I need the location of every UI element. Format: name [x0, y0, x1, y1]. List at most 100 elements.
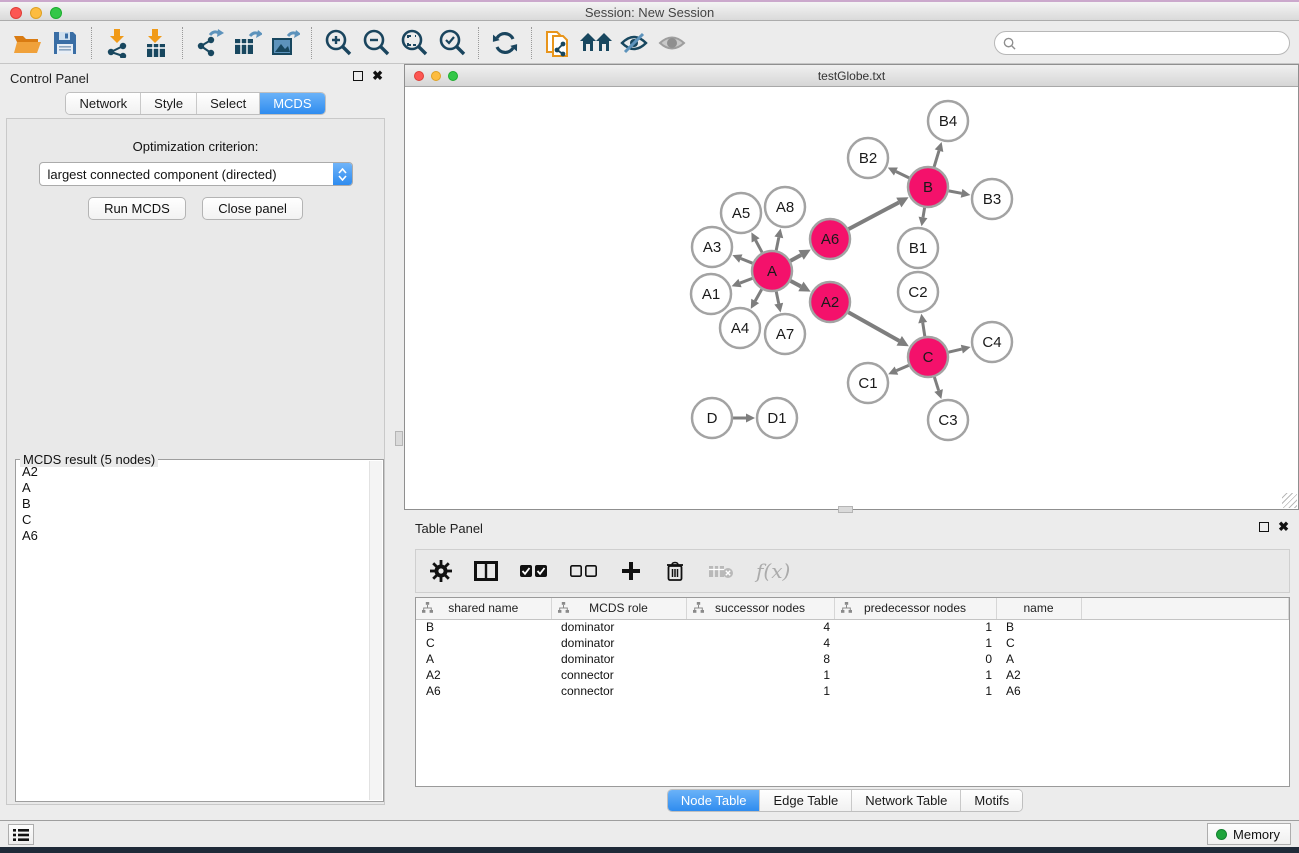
run-mcds-button[interactable]: Run MCDS — [88, 197, 186, 220]
export-image-icon[interactable] — [266, 26, 304, 60]
table-row[interactable]: Bdominator41B — [416, 619, 1289, 635]
show-hidden-eye-icon[interactable] — [653, 26, 691, 60]
delete-column-icon[interactable] — [664, 561, 686, 582]
tab-network[interactable]: Network — [66, 93, 140, 114]
table-cell[interactable]: 4 — [686, 635, 834, 651]
graph-edge-A-A3[interactable] — [741, 259, 753, 264]
tab-network-table[interactable]: Network Table — [851, 790, 960, 811]
table-cell[interactable]: 1 — [686, 683, 834, 699]
table-cell[interactable]: 1 — [834, 635, 996, 651]
table-cell[interactable]: dominator — [551, 619, 686, 635]
table-cell[interactable]: A — [996, 651, 1081, 667]
table-cell[interactable] — [1081, 683, 1289, 699]
settings-gear-icon[interactable] — [430, 560, 452, 582]
table-row[interactable]: A2connector11A2 — [416, 667, 1289, 683]
task-history-button[interactable] — [8, 824, 34, 845]
graph-edge-C-C4[interactable] — [948, 349, 961, 352]
table-cell[interactable] — [1081, 635, 1289, 651]
import-table-icon[interactable] — [137, 26, 175, 60]
close-panel-icon[interactable]: ✖ — [372, 71, 383, 81]
table-cell[interactable]: dominator — [551, 651, 686, 667]
refresh-icon[interactable] — [486, 26, 524, 60]
zoom-in-icon[interactable] — [319, 26, 357, 60]
table-cell[interactable]: C — [996, 635, 1081, 651]
zoom-fit-icon[interactable] — [395, 26, 433, 60]
graph-edge-A-A8[interactable] — [776, 237, 779, 250]
save-session-icon[interactable] — [46, 26, 84, 60]
result-item[interactable]: A — [18, 480, 368, 496]
search-field[interactable] — [994, 31, 1290, 55]
table-cell[interactable]: B — [996, 619, 1081, 635]
graph-edge-A-A4[interactable] — [755, 289, 762, 301]
graph-edge-B-B3[interactable] — [949, 191, 962, 193]
new-network-from-selection-icon[interactable] — [539, 26, 577, 60]
table-cell[interactable]: 0 — [834, 651, 996, 667]
import-network-icon[interactable] — [99, 26, 137, 60]
column-header-predecessor-nodes[interactable]: predecessor nodes — [834, 598, 996, 619]
open-session-icon[interactable] — [8, 26, 46, 60]
graph-edge-A6-B[interactable] — [849, 202, 899, 229]
graph-edge-B-B2[interactable] — [896, 171, 909, 177]
graph-edge-A-A1[interactable] — [740, 278, 752, 283]
add-column-icon[interactable] — [620, 561, 642, 581]
graph-edge-B-B4[interactable] — [934, 151, 939, 167]
column-header-shared-name[interactable]: shared name — [416, 598, 551, 619]
table-cell[interactable] — [1081, 619, 1289, 635]
table-cell[interactable]: dominator — [551, 635, 686, 651]
export-network-icon[interactable] — [190, 26, 228, 60]
tab-node-table[interactable]: Node Table — [668, 790, 760, 811]
result-item[interactable]: A6 — [18, 528, 368, 544]
table-cell[interactable]: A6 — [416, 683, 551, 699]
graph-edge-A-A5[interactable] — [756, 240, 762, 252]
table-row[interactable]: Adominator80A — [416, 651, 1289, 667]
search-input[interactable] — [1020, 35, 1289, 51]
table-cell[interactable]: 1 — [686, 667, 834, 683]
table-cell[interactable]: A — [416, 651, 551, 667]
graph-edge-A-A2[interactable] — [791, 281, 801, 287]
table-cell[interactable]: connector — [551, 667, 686, 683]
close-table-panel-icon[interactable]: ✖ — [1278, 522, 1289, 532]
float-table-panel-icon[interactable] — [1259, 522, 1269, 532]
table-cell[interactable]: B — [416, 619, 551, 635]
column-header-name[interactable]: name — [996, 598, 1081, 619]
zoom-out-icon[interactable] — [357, 26, 395, 60]
hide-selected-eye-icon[interactable] — [615, 26, 653, 60]
table-cell[interactable] — [1081, 667, 1289, 683]
window-resize-grip[interactable] — [1282, 493, 1297, 508]
table-row[interactable]: A6connector11A6 — [416, 683, 1289, 699]
table-cell[interactable]: 1 — [834, 619, 996, 635]
table-row[interactable]: Cdominator41C — [416, 635, 1289, 651]
graph-edge-C-C1[interactable] — [896, 365, 908, 370]
network-canvas[interactable]: ABCA2A6A1A3A4A5A7A8B1B2B3B4C1C2C3C4DD1 — [405, 87, 1298, 509]
result-scrollbar[interactable] — [369, 461, 382, 800]
split-view-icon[interactable] — [474, 561, 498, 581]
table-cell[interactable]: A2 — [416, 667, 551, 683]
tab-select[interactable]: Select — [196, 93, 259, 114]
deselect-all-checkboxes-icon[interactable] — [570, 565, 598, 578]
column-header-successor-nodes[interactable]: successor nodes — [686, 598, 834, 619]
table-cell[interactable]: 4 — [686, 619, 834, 635]
table-cell[interactable]: A2 — [996, 667, 1081, 683]
table-cell[interactable]: 8 — [686, 651, 834, 667]
result-item[interactable]: B — [18, 496, 368, 512]
float-panel-icon[interactable] — [353, 71, 363, 81]
result-item[interactable]: A2 — [18, 464, 368, 480]
table-cell[interactable]: 1 — [834, 667, 996, 683]
tab-motifs[interactable]: Motifs — [960, 790, 1022, 811]
column-header-MCDS-role[interactable]: MCDS role — [551, 598, 686, 619]
tab-mcds[interactable]: MCDS — [259, 93, 324, 114]
table-cell[interactable]: 1 — [834, 683, 996, 699]
memory-button[interactable]: Memory — [1207, 823, 1291, 845]
tab-style[interactable]: Style — [140, 93, 196, 114]
node-table[interactable]: shared nameMCDS rolesuccessor nodesprede… — [415, 597, 1290, 787]
zoom-selected-icon[interactable] — [433, 26, 471, 60]
mcds-result-list[interactable]: A2ABCA6 — [18, 464, 368, 799]
table-cell[interactable]: connector — [551, 683, 686, 699]
splitter-grip[interactable] — [395, 431, 403, 446]
table-cell[interactable] — [1081, 651, 1289, 667]
houses-icon[interactable] — [577, 26, 615, 60]
table-cell[interactable]: C — [416, 635, 551, 651]
export-table-icon[interactable] — [228, 26, 266, 60]
graph-edge-C-C2[interactable] — [923, 323, 925, 337]
criterion-dropdown[interactable]: largest connected component (directed) — [39, 162, 353, 186]
